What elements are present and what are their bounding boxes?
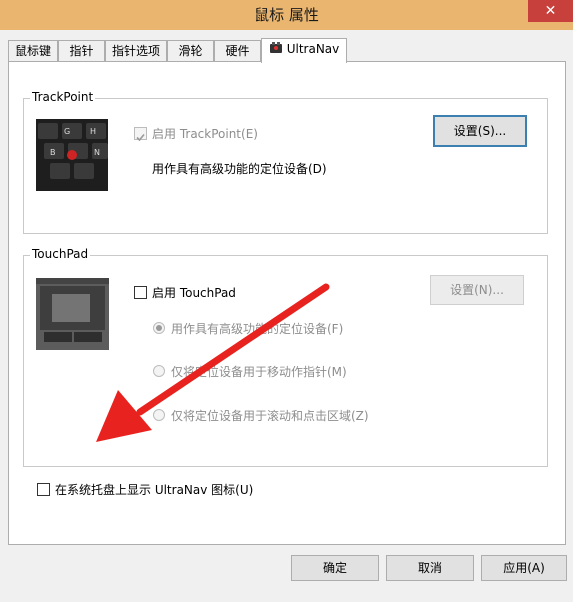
svg-text:N: N <box>94 148 100 157</box>
tray-icon-checkbox[interactable] <box>37 483 50 496</box>
svg-text:G: G <box>64 127 70 136</box>
svg-text:H: H <box>90 127 96 136</box>
tab-pointer-options[interactable]: 指针选项 <box>105 40 167 61</box>
trackpoint-enable-checkbox[interactable] <box>134 127 147 142</box>
touchpad-option-scroll-radio[interactable] <box>153 409 165 421</box>
title-bar: 鼠标 属性 ✕ <box>0 0 573 30</box>
touchpad-option-pointer-radio[interactable] <box>153 365 165 377</box>
trackpoint-enable-label: 启用 TrackPoint(E) <box>152 127 258 141</box>
touchpad-option-advanced-radio[interactable] <box>153 322 165 334</box>
tray-icon-label: 在系统托盘上显示 UltraNav 图标(U) <box>55 483 254 497</box>
touchpad-image <box>36 278 109 350</box>
touchpad-group: TouchPad 启用 TouchPad 设置(N)... 用作具有高级功能的定… <box>23 247 548 467</box>
close-icon: ✕ <box>544 3 557 19</box>
ultranav-panel: TrackPoint G H B N 启用 TrackPoint(E) 用作具有… <box>8 61 566 545</box>
tab-mouse-buttons[interactable]: 鼠标键 <box>8 40 58 61</box>
window-title: 鼠标 属性 <box>254 6 319 24</box>
trackpoint-group-label: TrackPoint <box>30 90 96 104</box>
tab-hardware[interactable]: 硬件 <box>214 40 261 61</box>
ultranav-icon <box>269 41 283 55</box>
trackpoint-group: TrackPoint G H B N 启用 TrackPoint(E) 用作具有… <box>23 90 548 234</box>
cancel-button[interactable]: 取消 <box>386 555 474 581</box>
ok-button[interactable]: 确定 <box>291 555 379 581</box>
tab-ultranav[interactable]: UltraNav <box>261 38 347 63</box>
close-button[interactable]: ✕ <box>528 0 573 22</box>
trackpoint-settings-button[interactable]: 设置(S)... <box>433 115 527 147</box>
touchpad-enable-checkbox[interactable] <box>134 286 147 299</box>
touchpad-option-advanced-label: 用作具有高级功能的定位设备(F) <box>171 322 344 336</box>
tab-wheel[interactable]: 滑轮 <box>167 40 214 61</box>
trackpoint-description: 用作具有高级功能的定位设备(D) <box>152 162 327 176</box>
touchpad-group-label: TouchPad <box>30 247 91 261</box>
svg-text:B: B <box>50 148 56 157</box>
dialog-client-area: 鼠标键 指针 指针选项 滑轮 硬件 UltraNav TrackPoint G … <box>0 30 573 602</box>
tab-pointers[interactable]: 指针 <box>58 40 105 61</box>
touchpad-option-scroll-label: 仅将定位设备用于滚动和点击区域(Z) <box>171 409 369 423</box>
trackpoint-keyboard-image: G H B N <box>36 119 108 191</box>
touchpad-option-pointer-label: 仅将定位设备用于移动作指针(M) <box>171 365 347 379</box>
apply-button[interactable]: 应用(A) <box>481 555 567 581</box>
touchpad-settings-button[interactable]: 设置(N)... <box>430 275 524 305</box>
tab-ultranav-label: UltraNav <box>286 42 340 56</box>
touchpad-enable-label: 启用 TouchPad <box>152 286 236 300</box>
